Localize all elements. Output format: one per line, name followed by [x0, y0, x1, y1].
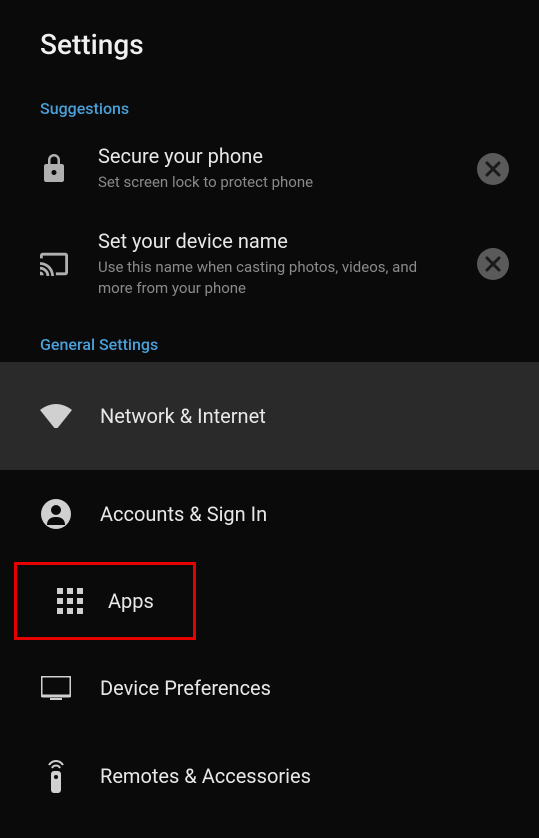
settings-item-accounts[interactable]: Accounts & Sign In [0, 470, 539, 558]
settings-item-network[interactable]: Network & Internet [0, 362, 539, 470]
suggestions-header: Suggestions [0, 81, 539, 126]
suggestion-subtitle: Set screen lock to protect phone [98, 172, 427, 193]
dismiss-button[interactable] [477, 153, 509, 185]
close-icon [485, 161, 501, 177]
suggestion-title: Secure your phone [98, 144, 427, 168]
settings-item-apps[interactable]: Apps [14, 562, 196, 640]
suggestion-secure-phone[interactable]: Secure your phone Set screen lock to pro… [0, 126, 539, 211]
monitor-icon [40, 672, 72, 704]
settings-label: Accounts & Sign In [100, 502, 267, 526]
lock-icon [40, 155, 68, 183]
settings-item-device-preferences[interactable]: Device Preferences [0, 644, 539, 732]
suggestion-device-name[interactable]: Set your device name Use this name when … [0, 211, 539, 317]
cast-icon [40, 250, 68, 278]
suggestion-content: Set your device name Use this name when … [98, 229, 477, 299]
suggestion-subtitle: Use this name when casting photos, video… [98, 257, 427, 299]
close-icon [485, 256, 501, 272]
suggestion-content: Secure your phone Set screen lock to pro… [98, 144, 477, 193]
general-settings-header: General Settings [0, 317, 539, 362]
apps-icon [54, 585, 86, 617]
remote-icon [40, 760, 72, 792]
page-title: Settings [40, 28, 509, 61]
settings-label: Network & Internet [100, 404, 266, 428]
suggestion-title: Set your device name [98, 229, 427, 253]
settings-label: Apps [108, 589, 154, 613]
account-icon [40, 498, 72, 530]
settings-item-remotes[interactable]: Remotes & Accessories [0, 732, 539, 820]
dismiss-button[interactable] [477, 248, 509, 280]
wifi-icon [40, 400, 72, 432]
page-header: Settings [0, 0, 539, 81]
settings-label: Remotes & Accessories [100, 764, 311, 788]
settings-label: Device Preferences [100, 676, 271, 700]
